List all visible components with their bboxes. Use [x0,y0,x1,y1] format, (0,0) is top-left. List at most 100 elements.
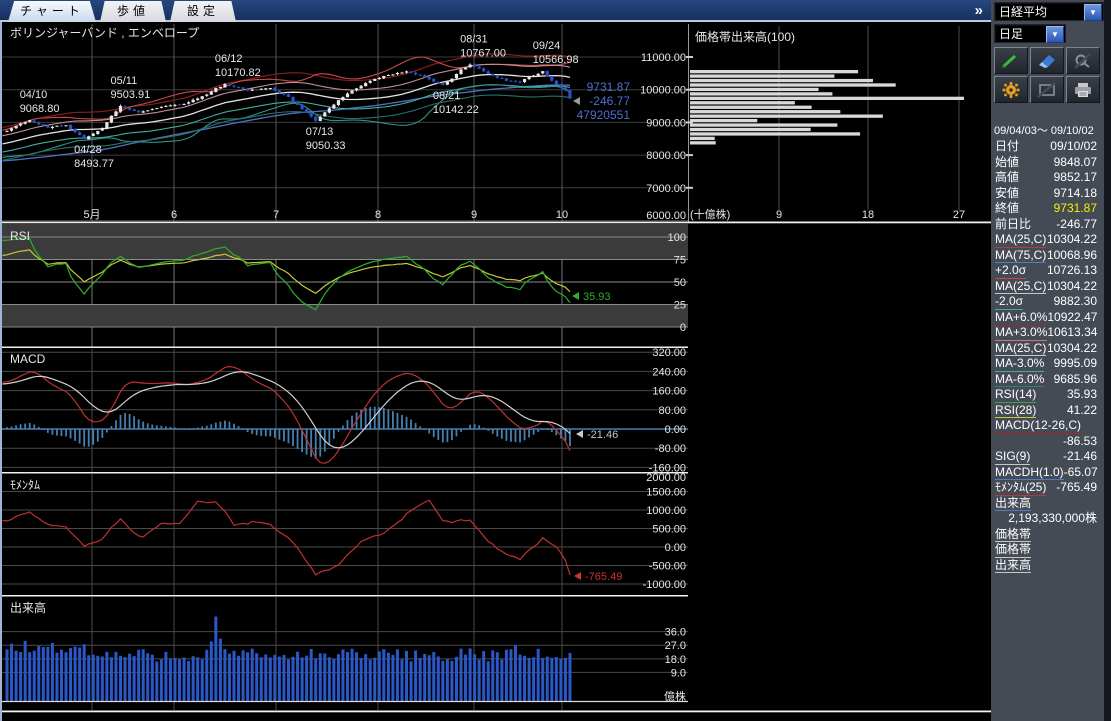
pencil-icon [1001,53,1021,69]
chevron-down-icon[interactable]: ▼ [1046,26,1064,43]
indicator-row: MACD(12-26,C) [995,418,1097,434]
macd-axis-label: 80.00 [658,405,686,417]
tab-price[interactable]: 歩値 [100,1,166,22]
month-axis-label: 7 [273,209,279,221]
indicator-row: +2.0σ 10726.13 [995,263,1097,279]
volume-axis-label: 18.0 [665,654,686,666]
price-annotation: 10566.98 [533,54,579,66]
indicator-label: 終値 [995,201,1019,217]
macd-histogram [6,407,571,459]
symbol-select[interactable]: 日経平均 ▼ [994,2,1104,21]
indicator-value: -21.46 [1063,449,1097,465]
price-axis-label: 11000.00 [641,52,686,64]
indicator-row: MA(25,C)10304.22 [995,279,1097,295]
pbv-title: 価格帯出来高(100) [695,29,795,44]
month-axis-label: 5月 [83,209,100,221]
price-annotation: 10767.00 [460,48,506,60]
price-annotation: 07/13 [306,126,334,138]
indicator-label: 始値 [995,155,1019,171]
settings-tool-button[interactable] [994,76,1028,103]
indicator-label[interactable]: MA(75,C) [995,248,1046,264]
current-price-marker [573,97,580,105]
draw-tool-button[interactable] [994,47,1028,74]
current-turnover-value: 47920551 [577,108,631,122]
indicator-label[interactable]: RSI(28) [995,403,1036,419]
eraser-tool-button[interactable] [1030,47,1064,74]
indicator-label[interactable]: -2.0σ [995,294,1023,310]
period-select-value: 日足 [999,27,1023,41]
price-annotation: 06/12 [215,53,243,65]
pbv-axis-label: 9 [776,209,782,221]
indicator-value: 41.22 [1067,403,1097,419]
tab-chart-label: チャート [20,4,84,18]
eraser-icon [1037,53,1057,69]
indicator-label[interactable]: 出来高 [995,496,1031,512]
indicator-label[interactable]: MA(25,C) [995,232,1046,248]
chart-canvas[interactable]: 11000.0010000.009000.008000.007000.00600… [2,22,991,721]
tab-price-label: 歩値 [117,4,149,18]
tab-overflow-icon[interactable]: » [975,1,983,21]
momentum-axis-label: -1000.00 [643,579,686,591]
indicator-value: 9852.17 [1054,170,1097,186]
indicator-row: 高値 9852.17 [995,170,1097,186]
indicator-label[interactable]: +2.0σ [995,263,1026,279]
indicator-row: MA(75,C)10068.96 [995,248,1097,264]
momentum-axis-label: 500.00 [652,524,686,536]
volume-axis-label: 9.0 [671,667,686,679]
tab-settings[interactable]: 設定 [170,1,236,22]
price-annotation: 08/21 [433,90,461,102]
rsi-axis-label: 0 [680,322,686,334]
indicator-label[interactable]: MA+6.0% [995,310,1047,326]
indicator-label[interactable]: MACD(12-26,C) [995,418,1081,434]
current-close-value: 9731.87 [587,80,631,94]
gear-icon [1001,81,1021,99]
panel-right-edge [1104,0,1111,721]
momentum-axis-label: 2000.00 [646,472,686,484]
momentum-title: ﾓﾒﾝﾀﾑ [10,478,40,492]
indicator-label[interactable]: MACDH(1.0) [995,465,1064,481]
tab-bar: チャート 歩値 設定 » [0,0,991,22]
indicator-value: 10726.13 [1047,263,1097,279]
indicator-value: -765.49 [1056,480,1097,496]
zoom-tool-button[interactable] [1066,47,1100,74]
macd-axis-label: 0.00 [665,424,686,436]
indicator-row: 価格帯 [995,542,1097,558]
chart-area: 11000.0010000.009000.008000.007000.00600… [0,22,991,721]
indicator-row: 出来高 [995,496,1097,512]
rsi-axis-label: 75 [674,255,686,267]
indicator-label[interactable]: 価格帯 [995,542,1031,558]
indicator-label[interactable]: MA-6.0% [995,372,1044,388]
capture-tool-button[interactable] [1030,76,1064,103]
tab-chart[interactable]: チャート [8,1,96,22]
symbol-select-value: 日経平均 [999,5,1047,19]
magnifier-off-icon [1073,53,1093,69]
indicator-label[interactable]: SIG(9) [995,449,1030,465]
chevron-down-icon[interactable]: ▼ [1084,4,1102,21]
indicator-value: 9685.96 [1054,372,1097,388]
indicator-value: 10613.34 [1047,325,1097,341]
indicator-row: RSI(14) 35.93 [995,387,1097,403]
indicator-label[interactable]: RSI(14) [995,387,1036,403]
print-tool-button[interactable] [1066,76,1100,103]
indicator-label[interactable]: ﾓﾒﾝﾀﾑ(25) [995,480,1046,496]
indicator-value: 10068.96 [1047,248,1097,264]
momentum-marker [574,572,581,580]
momentum-axis-label: 1000.00 [646,505,686,517]
indicator-label[interactable]: MA(25,C) [995,279,1046,295]
indicator-label[interactable]: MA-3.0% [995,356,1044,372]
momentum-axis-label: 1500.00 [646,487,686,499]
indicator-label[interactable]: MA(25,C) [995,341,1046,357]
indicator-value: 9714.18 [1054,186,1097,202]
indicator-row: ﾓﾒﾝﾀﾑ(25) -765.49 [995,480,1097,496]
indicator-label[interactable]: MA+3.0% [995,325,1047,341]
current-change-value: -246.77 [589,94,630,108]
indicator-value: 35.93 [1067,387,1097,403]
price-axis-label: 9000.00 [646,117,686,129]
volume-title: 出来高 [10,600,46,615]
indicator-label[interactable]: 出来高 [995,558,1031,574]
macd-marker [576,430,583,438]
indicator-label: 高値 [995,170,1019,186]
macd-current-value: -21.46 [587,429,618,441]
indicator-label[interactable]: 価格帯 [995,527,1031,543]
period-select[interactable]: 日足 ▼ [994,24,1066,43]
